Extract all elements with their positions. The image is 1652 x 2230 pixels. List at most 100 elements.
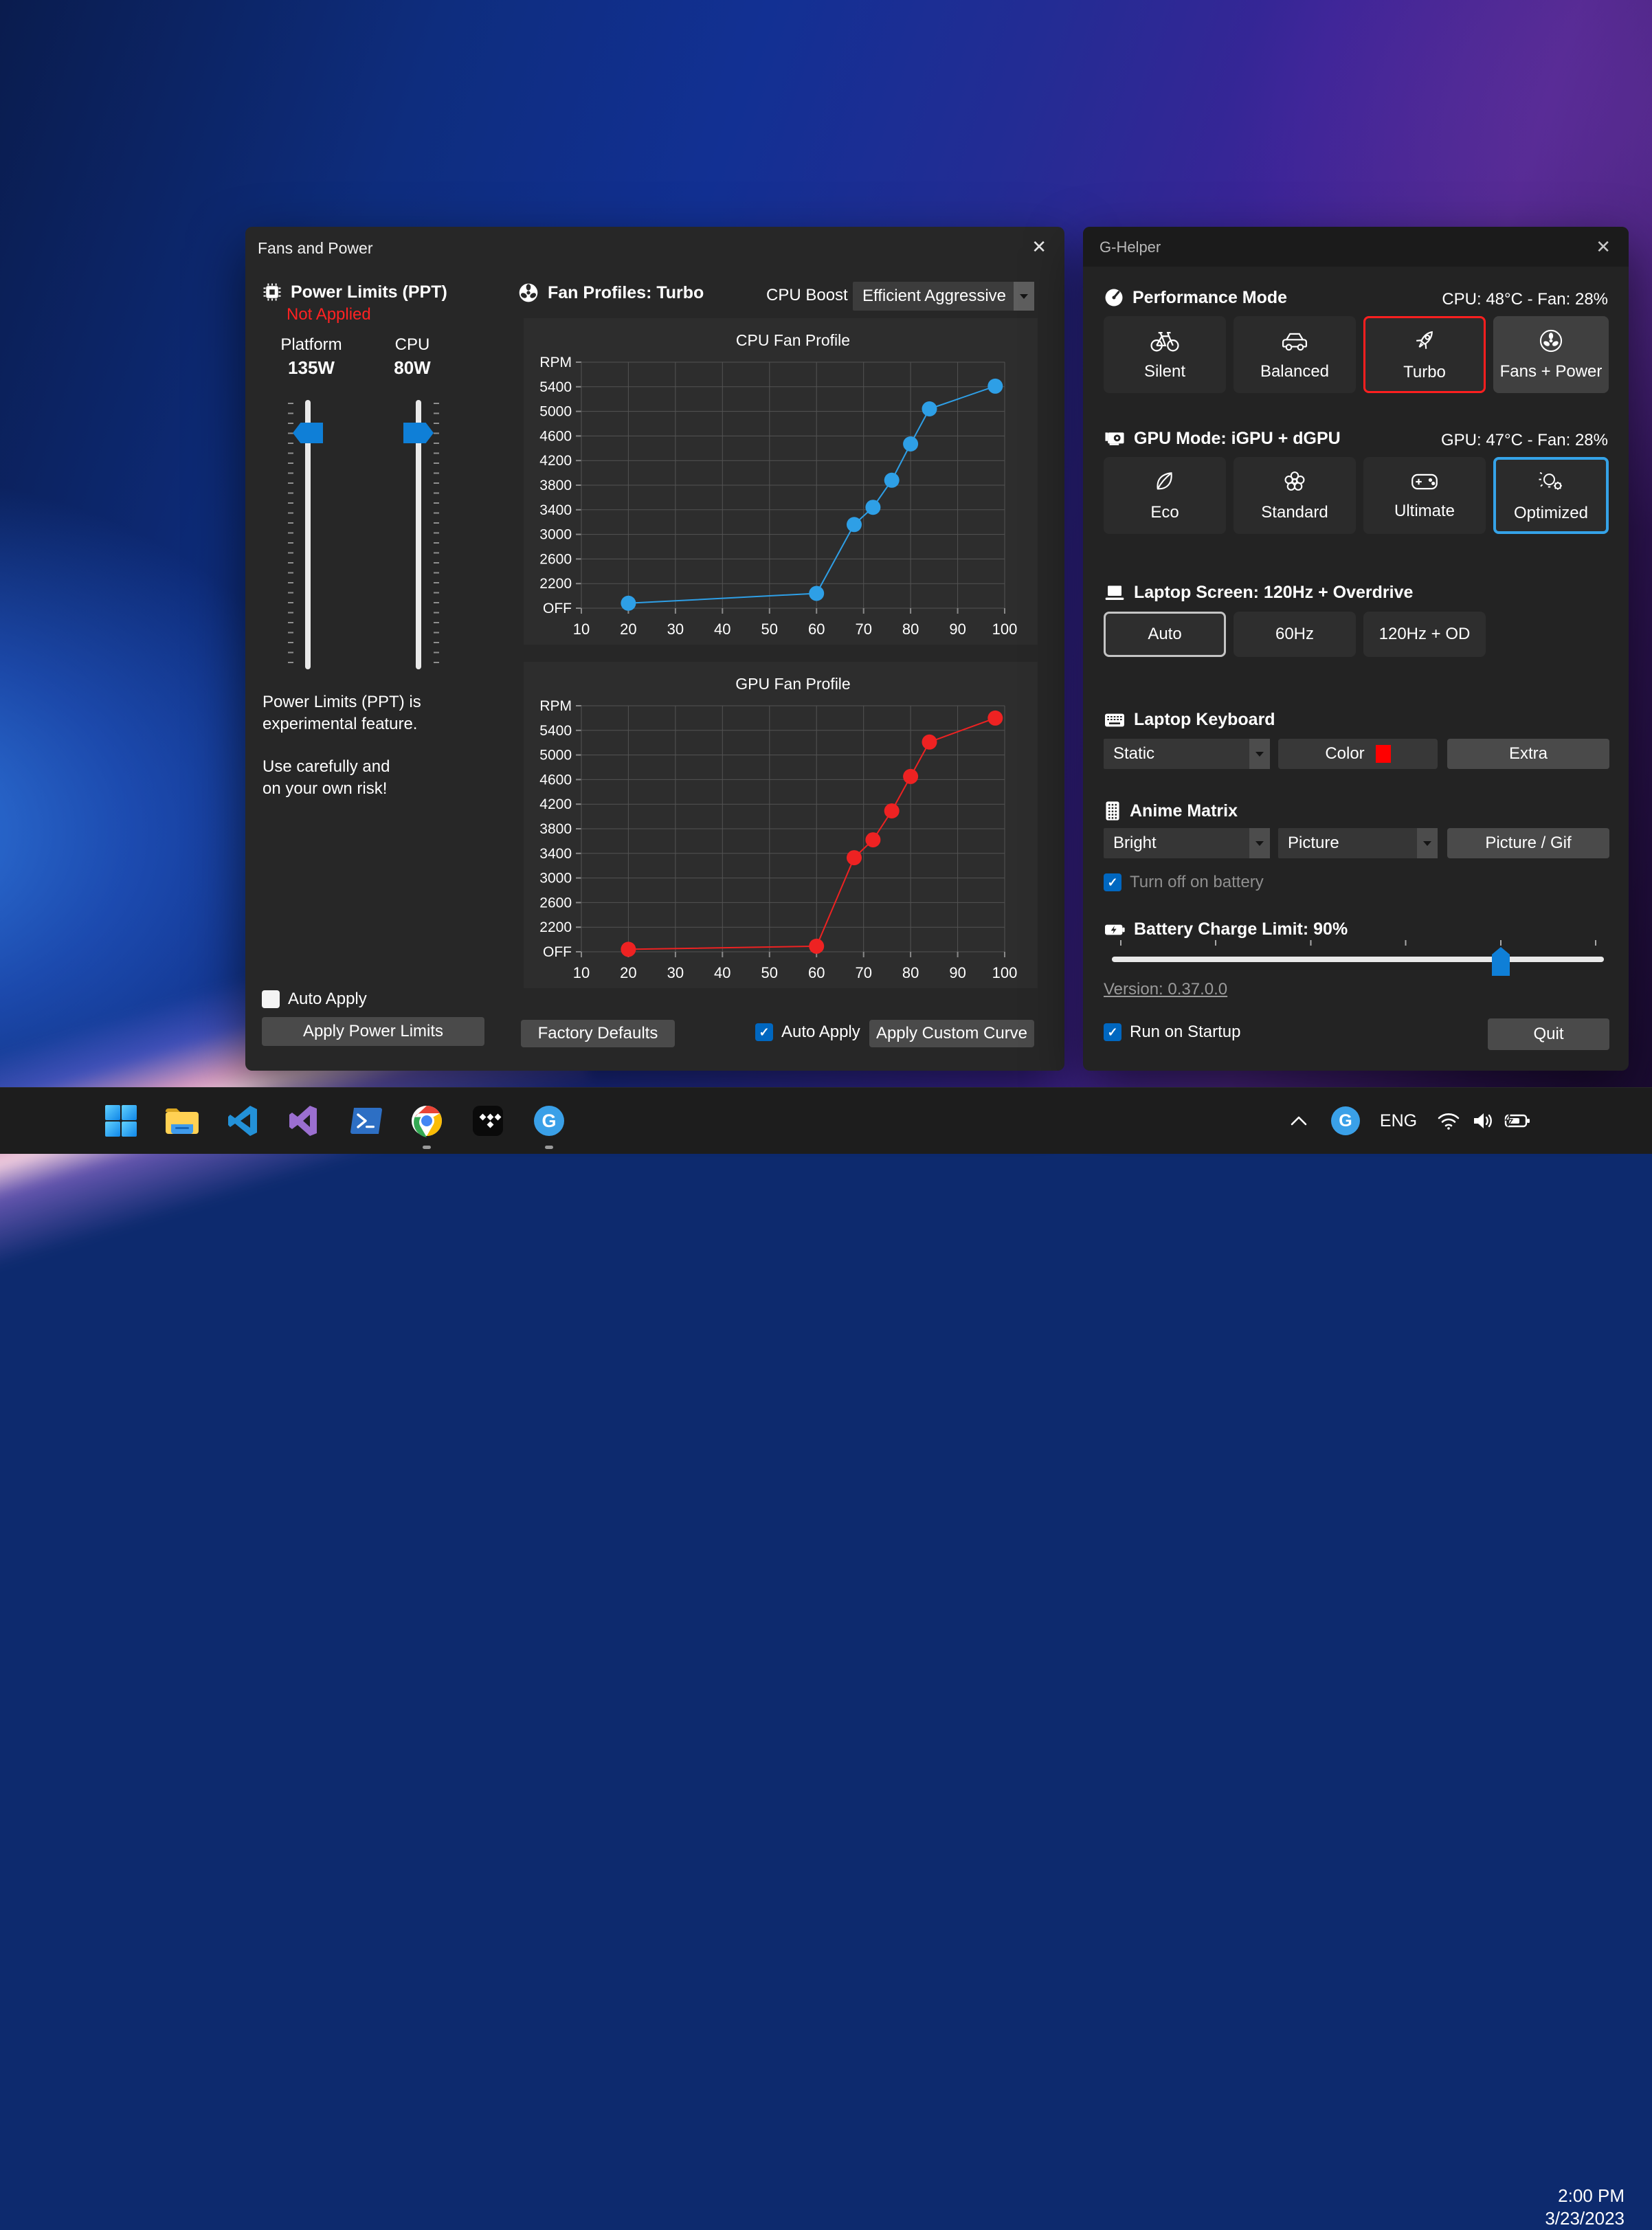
dropdown-arrow-icon[interactable]	[1249, 739, 1270, 769]
dot-matrix-icon	[1104, 801, 1121, 821]
tray-date: 3/23/2023	[1545, 2207, 1625, 2230]
mode-button-turbo[interactable]: Turbo	[1363, 316, 1486, 393]
svg-text:RPM: RPM	[539, 698, 572, 714]
cpu-temp-status: CPU: 48°C - Fan: 28%	[1442, 290, 1608, 309]
cpu-fan-profile-chart[interactable]: RPM540050004600420038003400300026002200O…	[524, 318, 1038, 645]
keyboard-color-button[interactable]: Color	[1278, 739, 1438, 769]
rocket-icon	[1411, 327, 1438, 355]
apply-custom-curve-button[interactable]: Apply Custom Curve	[869, 1020, 1034, 1047]
gpu-button-standard[interactable]: Standard	[1234, 457, 1356, 534]
taskbar-icon-file-explorer[interactable]	[160, 1099, 204, 1143]
auto-apply-power-checkbox[interactable]	[262, 990, 280, 1008]
svg-text:OFF: OFF	[543, 944, 572, 960]
ghelper-logo: G	[534, 1106, 564, 1136]
turn-off-on-battery-checkbox[interactable]	[1104, 873, 1121, 891]
power-limits-note-2: Use carefully and on your own risk!	[263, 756, 390, 800]
battery-bolt-icon	[1104, 922, 1126, 938]
auto-apply-power-row: Auto Apply	[262, 990, 367, 1009]
fan-icon	[1538, 328, 1564, 354]
keyboard-mode-dropdown[interactable]: Static	[1104, 739, 1270, 769]
power-limits-status: Not Applied	[287, 305, 371, 324]
auto-apply-curve-checkbox[interactable]	[755, 1023, 773, 1041]
mode-button-balanced[interactable]: Balanced	[1234, 316, 1356, 393]
quit-button[interactable]: Quit	[1488, 1018, 1609, 1050]
anime-matrix-title: Anime Matrix	[1130, 801, 1238, 821]
svg-text:30: 30	[667, 621, 684, 638]
svg-text:40: 40	[714, 964, 730, 981]
cpu-boost-value: Efficient Aggressive	[862, 287, 1006, 306]
leaf-icon	[1152, 469, 1178, 495]
tray-clock[interactable]: 2:00 PM 3/23/2023	[1545, 2185, 1625, 2230]
taskbar-icon-visual-studio[interactable]	[282, 1099, 326, 1143]
tray-ghelper-icon[interactable]: G	[1326, 1099, 1365, 1143]
dropdown-arrow-icon[interactable]	[1417, 828, 1438, 858]
version-link[interactable]: Version: 0.37.0.0	[1104, 980, 1227, 999]
svg-text:5400: 5400	[539, 723, 572, 739]
taskbar-icon-ghelper[interactable]: G	[527, 1099, 571, 1143]
laptop-keyboard-title: Laptop Keyboard	[1134, 710, 1275, 730]
svg-text:2600: 2600	[539, 551, 572, 567]
gpu-fan-profile-chart[interactable]: RPM540050004600420038003400300026002200O…	[524, 662, 1038, 988]
cpu-label: CPU	[364, 335, 460, 355]
anime-picture-gif-button[interactable]: Picture / Gif	[1447, 828, 1609, 858]
platform-slider-thumb[interactable]	[293, 423, 323, 443]
svg-text:100: 100	[992, 621, 1018, 638]
screen-button-60hz[interactable]: 60Hz	[1234, 612, 1356, 657]
taskbar-icon-chrome[interactable]	[405, 1099, 449, 1143]
tray-chevron-up-icon[interactable]	[1280, 1099, 1318, 1143]
battery-slider[interactable]	[1112, 957, 1604, 962]
platform-slider-ticks	[288, 403, 293, 668]
car-icon	[1280, 328, 1310, 354]
mode-button-silent[interactable]: Silent	[1104, 316, 1226, 393]
gpu-mode-heading: GPU Mode: iGPU + dGPU	[1104, 428, 1341, 449]
gpu-button-eco[interactable]: Eco	[1104, 457, 1226, 534]
bulb-gear-icon	[1537, 468, 1565, 495]
svg-text:60: 60	[808, 964, 825, 981]
svg-text:4600: 4600	[539, 772, 572, 788]
screen-button-auto[interactable]: Auto	[1104, 612, 1226, 657]
battery-slider-thumb[interactable]	[1492, 947, 1510, 976]
svg-text:3000: 3000	[539, 871, 572, 887]
taskbar-icon-vscode[interactable]	[221, 1099, 265, 1143]
apply-power-limits-button[interactable]: Apply Power Limits	[262, 1017, 484, 1046]
run-on-startup-checkbox[interactable]	[1104, 1023, 1121, 1041]
taskbar-icon-tidal[interactable]	[466, 1099, 510, 1143]
svg-text:3400: 3400	[539, 502, 572, 518]
fan-profiles-heading: Fan Profiles: Turbo	[517, 282, 704, 304]
fans-and-power-window: Fans and Power ✕ Power Limits (PPT) Not …	[245, 227, 1064, 1071]
svg-text:10: 10	[573, 621, 590, 638]
screen-button-120hz-od[interactable]: 120Hz + OD	[1363, 612, 1486, 657]
gpu-button-optimized[interactable]: Optimized	[1493, 457, 1609, 534]
close-icon[interactable]: ✕	[1596, 236, 1611, 257]
tray-wifi-icon[interactable]	[1429, 1099, 1468, 1143]
mode-button-fans-power[interactable]: Fans + Power	[1493, 316, 1609, 393]
anime-brightness-dropdown[interactable]: Bright	[1104, 828, 1270, 858]
svg-text:GPU Fan Profile: GPU Fan Profile	[735, 675, 850, 693]
turn-off-on-battery-label: Turn off on battery	[1130, 873, 1264, 892]
svg-text:4200: 4200	[539, 796, 572, 812]
dropdown-arrow-icon[interactable]	[1014, 282, 1034, 311]
svg-text:90: 90	[949, 621, 965, 638]
gpu-card-icon	[1104, 428, 1126, 449]
svg-text:3400: 3400	[539, 846, 572, 862]
tray-battery-charging-icon[interactable]	[1498, 1099, 1537, 1143]
gpu-button-ultimate[interactable]: Ultimate	[1363, 457, 1486, 534]
performance-mode-title: Performance Mode	[1132, 288, 1287, 308]
dropdown-arrow-icon[interactable]	[1249, 828, 1270, 858]
close-icon[interactable]: ✕	[1031, 236, 1047, 257]
anime-mode-dropdown[interactable]: Picture	[1278, 828, 1438, 858]
battery-limit-heading: Battery Charge Limit: 90%	[1104, 919, 1348, 939]
taskbar-icon-start[interactable]	[99, 1099, 143, 1143]
taskbar-icon-powershell[interactable]	[344, 1099, 388, 1143]
platform-label: Platform	[263, 335, 359, 355]
svg-text:50: 50	[761, 621, 778, 638]
keyboard-icon	[1104, 712, 1126, 728]
tray-language-label[interactable]: ENG	[1374, 1099, 1422, 1143]
keyboard-extra-button[interactable]: Extra	[1447, 739, 1609, 769]
cpu-boost-dropdown[interactable]: Efficient Aggressive	[853, 282, 1034, 311]
cpu-slider-thumb[interactable]	[403, 423, 434, 443]
auto-apply-curve-row: Auto Apply	[755, 1023, 860, 1042]
tray-volume-icon[interactable]	[1464, 1099, 1502, 1143]
factory-defaults-button[interactable]: Factory Defaults	[521, 1020, 675, 1047]
anime-matrix-heading: Anime Matrix	[1104, 801, 1238, 821]
